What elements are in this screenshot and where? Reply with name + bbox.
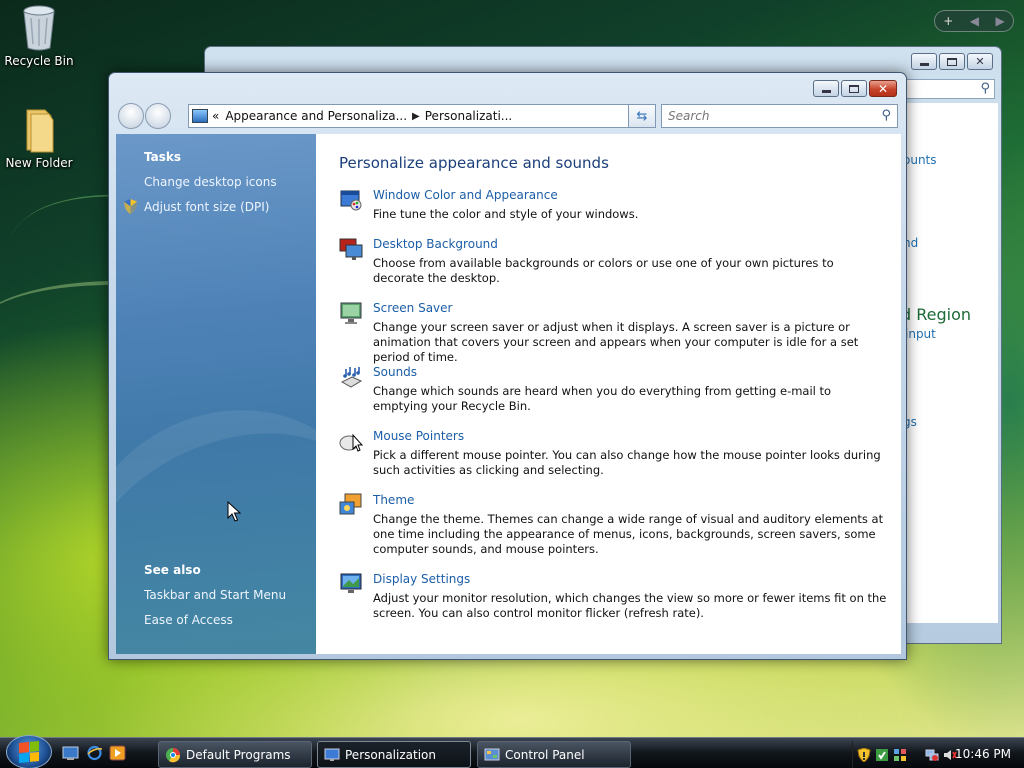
show-desktop-icon[interactable] <box>62 745 79 761</box>
breadcrumb-separator-icon[interactable]: ▶ <box>412 111 420 122</box>
refresh-button[interactable]: ⇆ <box>628 104 656 128</box>
add-gadget-icon[interactable]: + <box>943 14 953 28</box>
window-color-icon <box>340 190 362 211</box>
screen-saver-link[interactable]: Screen Saver <box>373 301 452 315</box>
folder-icon <box>19 106 59 154</box>
search-placeholder: Search <box>668 109 710 123</box>
desktop-icon-new-folder[interactable]: New Folder <box>0 106 78 170</box>
change-desktop-icons-link[interactable]: Change desktop icons <box>144 175 277 189</box>
adjust-font-size-link[interactable]: Adjust font size (DPI) <box>144 200 269 214</box>
search-input[interactable]: ⚲ <box>905 79 995 99</box>
item-description: Change which sounds are heard when you d… <box>373 384 832 413</box>
security-shield-icon[interactable] <box>857 747 871 762</box>
minimize-button[interactable] <box>911 53 937 70</box>
close-icon: ✕ <box>975 55 985 68</box>
start-button[interactable] <box>6 735 52 768</box>
personalization-address-icon <box>192 109 208 123</box>
taskbar-button-label: Default Programs <box>186 747 291 762</box>
personalization-content: Personalize appearance and sounds Window… <box>316 134 901 654</box>
system-clock[interactable]: 10:46 PM <box>955 747 1011 761</box>
taskbar-start-menu-link[interactable]: Taskbar and Start Menu <box>144 588 286 602</box>
see-also-heading: See also <box>144 563 201 577</box>
taskbar-button-control-panel[interactable]: Control Panel <box>477 741 631 768</box>
display-settings-icon <box>340 573 362 593</box>
mouse-pointers-icon <box>339 433 363 452</box>
address-bar[interactable]: « Appearance and Personaliza... ▶ Person… <box>188 104 656 128</box>
forward-button[interactable] <box>145 103 171 129</box>
task-pane: Tasks Change desktop icons Adjust font s… <box>116 134 316 654</box>
mouse-pointers-link[interactable]: Mouse Pointers <box>373 429 464 443</box>
item-description: Choose from available backgrounds or col… <box>373 256 834 285</box>
display-settings-link[interactable]: Display Settings <box>373 572 470 586</box>
recycle-bin-icon <box>19 4 59 52</box>
maximize-button[interactable] <box>939 53 965 70</box>
window-color-link[interactable]: Window Color and Appearance <box>373 188 558 202</box>
next-icon[interactable]: ▶ <box>996 14 1005 28</box>
windows-logo-icon <box>19 740 39 764</box>
maximize-icon <box>947 57 957 66</box>
mouse-cursor-icon <box>227 501 241 522</box>
close-button[interactable]: ✕ <box>967 53 993 70</box>
previous-icon[interactable]: ◀ <box>970 14 979 28</box>
partial-category-title[interactable]: d Region <box>901 305 971 324</box>
theme-link[interactable]: Theme <box>373 493 414 507</box>
item-description: Adjust your monitor resolution, which ch… <box>373 591 887 620</box>
desktop-background-icon <box>339 238 363 260</box>
personalization-icon <box>324 748 340 761</box>
desktop-icon-label: Recycle Bin <box>4 54 74 68</box>
search-icon[interactable]: ⚲ <box>881 108 891 123</box>
default-programs-icon <box>166 747 181 762</box>
desktop-icon-label: New Folder <box>5 156 73 170</box>
breadcrumb-overflow[interactable]: « <box>212 109 219 123</box>
sounds-link[interactable]: Sounds <box>373 365 417 379</box>
taskbar: Default Programs Personalization Control… <box>0 735 1024 768</box>
maximize-icon <box>849 84 859 93</box>
ease-of-access-link[interactable]: Ease of Access <box>144 613 233 627</box>
minimize-button[interactable] <box>813 80 839 97</box>
screen-saver-icon <box>340 302 362 324</box>
back-button[interactable] <box>118 103 144 129</box>
task-pane-decoration <box>116 362 316 654</box>
item-description: Fine tune the color and style of your wi… <box>373 207 639 221</box>
navigation-buttons <box>118 103 172 129</box>
taskbar-button-personalization[interactable]: Personalization <box>317 741 471 768</box>
breadcrumb-appearance[interactable]: Appearance and Personaliza... <box>225 109 407 123</box>
taskbar-button-label: Control Panel <box>505 747 585 762</box>
windows-sidebar-icon[interactable] <box>893 748 907 762</box>
media-player-icon[interactable] <box>109 745 126 761</box>
notification-area: 10:46 PM <box>852 741 1024 768</box>
partial-link[interactable]: ounts <box>903 153 937 167</box>
search-input[interactable]: Search ⚲ <box>661 104 898 128</box>
refresh-icon: ⇆ <box>636 108 648 124</box>
taskbar-button-default-programs[interactable]: Default Programs <box>158 741 312 768</box>
control-panel-icon <box>484 748 500 760</box>
window-controls: ✕ <box>911 53 993 70</box>
sounds-icon <box>340 367 363 388</box>
minimize-icon <box>919 63 929 66</box>
taskbar-button-label: Personalization <box>345 747 436 762</box>
item-description: Change your screen saver or adjust when … <box>373 320 859 364</box>
minimize-icon <box>821 90 831 93</box>
item-description: Change the theme. Themes can change a wi… <box>373 512 884 556</box>
close-button[interactable]: ✕ <box>869 80 897 97</box>
window-client-area: Tasks Change desktop icons Adjust font s… <box>116 134 901 654</box>
search-icon: ⚲ <box>980 81 990 96</box>
tasks-heading: Tasks <box>144 150 182 164</box>
personalization-window[interactable]: ✕ « Appearance and Personaliza... ▶ Pers… <box>108 72 907 660</box>
sync-icon[interactable] <box>875 748 889 762</box>
breadcrumb-personalization[interactable]: Personalizati... <box>425 109 512 123</box>
desktop-background-link[interactable]: Desktop Background <box>373 237 498 251</box>
page-title: Personalize appearance and sounds <box>339 154 609 172</box>
window-controls: ✕ <box>813 80 897 97</box>
maximize-button[interactable] <box>841 80 867 97</box>
desktop-icon-recycle-bin[interactable]: Recycle Bin <box>0 4 78 68</box>
item-description: Pick a different mouse pointer. You can … <box>373 448 881 477</box>
theme-icon <box>339 493 362 515</box>
network-icon[interactable] <box>925 748 939 762</box>
sidebar-gadget-controls[interactable]: + ◀ ▶ <box>934 10 1014 32</box>
partial-link[interactable]: input <box>905 327 936 341</box>
close-icon: ✕ <box>877 81 889 96</box>
internet-explorer-icon[interactable] <box>86 745 103 761</box>
uac-shield-icon <box>124 199 137 214</box>
